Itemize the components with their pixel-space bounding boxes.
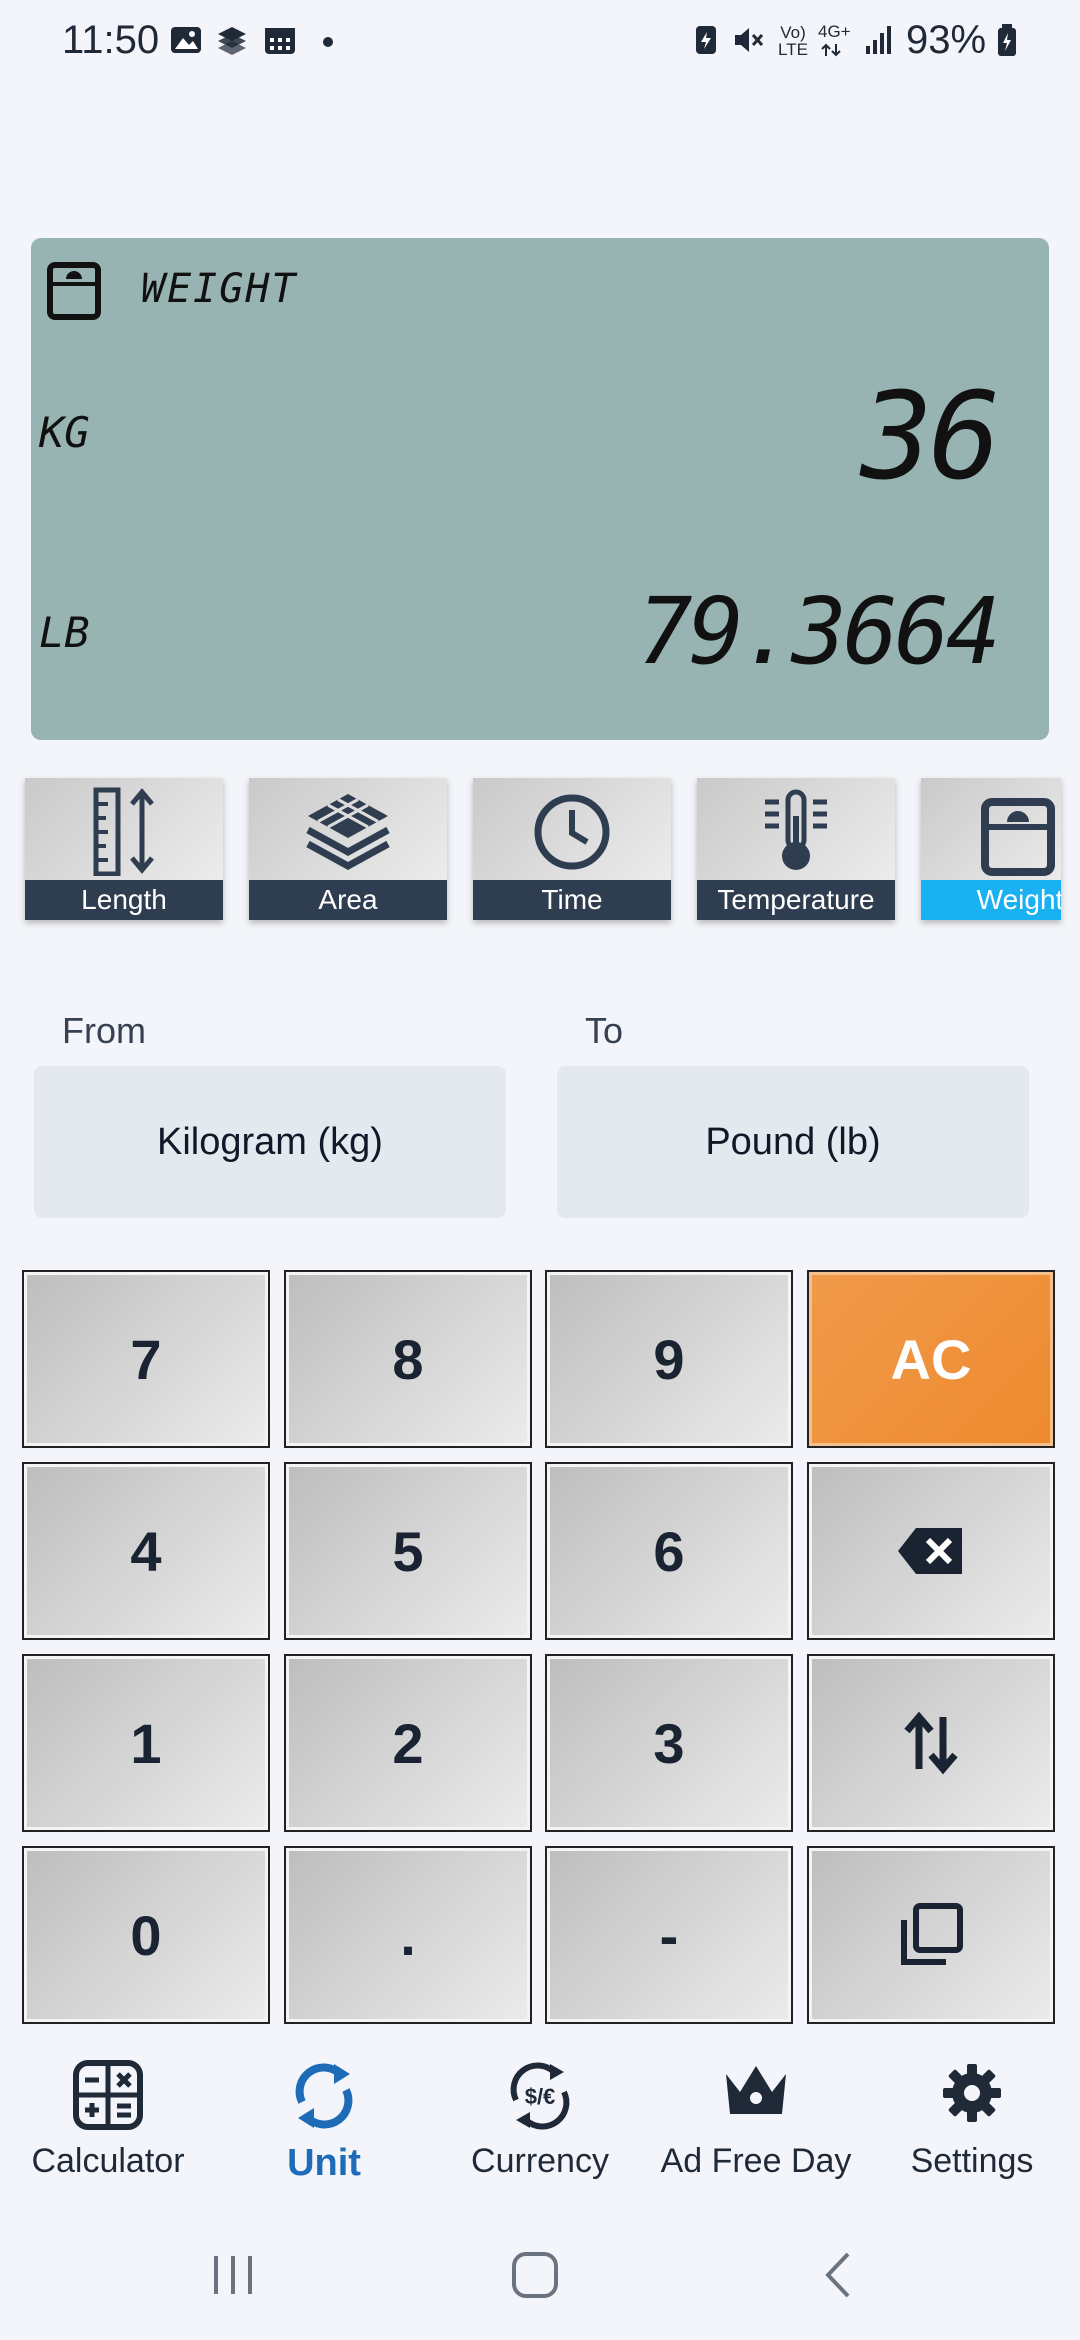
swap-units-button[interactable] <box>807 1654 1055 1832</box>
crown-icon <box>726 2066 786 2114</box>
ruler-arrows-icon <box>93 787 154 876</box>
weight-scale-icon <box>981 798 1055 876</box>
gallery-icon <box>171 27 201 53</box>
nav-label: Ad Free Day <box>660 2142 852 2180</box>
notification-dot-icon <box>323 37 333 47</box>
key-6[interactable]: 6 <box>545 1462 793 1640</box>
display-from-unit: KG <box>39 408 90 457</box>
all-clear-button[interactable]: AC <box>807 1270 1055 1448</box>
copy-icon <box>901 1903 963 1965</box>
network-indicator: 4G+ <box>818 22 858 63</box>
nav-currency[interactable]: $/€ Currency <box>432 2030 648 2210</box>
refresh-icon <box>295 2063 353 2129</box>
from-label: From <box>62 1010 146 1051</box>
clock-icon <box>534 794 610 870</box>
calendar-icon <box>265 28 295 54</box>
key-0[interactable]: 0 <box>22 1846 270 2024</box>
nav-label: Calculator <box>31 2142 185 2180</box>
from-unit-selector[interactable]: Kilogram (kg) <box>34 1066 506 1218</box>
thermometer-icon <box>765 789 827 870</box>
key-2[interactable]: 2 <box>284 1654 532 1832</box>
display-category: WEIGHT <box>141 266 298 312</box>
category-tab-time[interactable]: Time <box>473 778 671 920</box>
display-to-value: 79.3664 <box>637 578 1001 685</box>
key-9[interactable]: 9 <box>545 1270 793 1448</box>
volte-top: Vo) <box>780 23 806 42</box>
copy-button[interactable] <box>807 1846 1055 2024</box>
to-label: To <box>585 1010 624 1051</box>
bottom-navigation: Calculator Unit $/€ Currency Ad Free Day <box>0 2030 1080 2210</box>
category-tab-weight[interactable]: Weight <box>921 778 1061 920</box>
status-time: 11:50 <box>62 18 160 62</box>
network-type: 4G+ <box>818 22 851 41</box>
stack-icon <box>218 27 246 55</box>
key-7[interactable]: 7 <box>22 1270 270 1448</box>
battery-percent: 93% <box>906 18 987 62</box>
svg-text:$/€: $/€ <box>525 2084 556 2109</box>
system-navigation-bar <box>0 2210 1080 2340</box>
key-3[interactable]: 3 <box>545 1654 793 1832</box>
battery-saver-icon <box>696 26 716 54</box>
back-icon[interactable] <box>820 2250 856 2300</box>
key-1[interactable]: 1 <box>22 1654 270 1832</box>
battery-charging-icon <box>998 24 1016 56</box>
conversion-display: WEIGHT KG 36 LB 79.3664 <box>31 238 1049 740</box>
category-label: Area <box>249 880 447 920</box>
signal-icon <box>866 26 891 54</box>
key-5[interactable]: 5 <box>284 1462 532 1640</box>
mute-icon <box>735 28 764 52</box>
nav-ad-free-day[interactable]: Ad Free Day <box>648 2030 864 2210</box>
swap-arrows-icon <box>904 1711 958 1775</box>
layers-grid-icon <box>306 794 390 870</box>
nav-settings[interactable]: Settings <box>864 2030 1080 2210</box>
status-bar: 11:50 Vo) LTE 4G+ 93% <box>0 0 1080 84</box>
key-8[interactable]: 8 <box>284 1270 532 1448</box>
category-label: Time <box>473 880 671 920</box>
gear-icon <box>943 2064 1001 2122</box>
category-label: Temperature <box>697 880 895 920</box>
nav-label: Settings <box>910 2142 1034 2180</box>
home-icon[interactable] <box>510 2250 560 2300</box>
recent-apps-icon[interactable] <box>210 2250 256 2300</box>
nav-unit[interactable]: Unit <box>216 2030 432 2210</box>
display-from-value: 36 <box>860 368 1001 507</box>
category-label: Length <box>25 880 223 920</box>
key-minus[interactable]: - <box>545 1846 793 2024</box>
key-4[interactable]: 4 <box>22 1462 270 1640</box>
category-tab-length[interactable]: Length <box>25 778 223 920</box>
backspace-button[interactable] <box>807 1462 1055 1640</box>
weight-scale-icon <box>47 262 101 320</box>
currency-exchange-icon: $/€ <box>510 2062 570 2130</box>
to-unit-selector[interactable]: Pound (lb) <box>557 1066 1029 1218</box>
calculator-icon <box>73 2060 143 2130</box>
volte-bottom: LTE <box>778 40 808 59</box>
data-arrows-icon <box>821 43 841 57</box>
category-tab-area[interactable]: Area <box>249 778 447 920</box>
backspace-icon <box>898 1528 962 1574</box>
nav-label: Currency <box>471 2142 609 2180</box>
category-label: Weight <box>921 880 1061 920</box>
nav-label: Unit <box>287 2142 361 2184</box>
display-to-unit: LB <box>39 608 90 657</box>
category-tab-temperature[interactable]: Temperature <box>697 778 895 920</box>
volte-indicator: Vo) LTE <box>776 24 810 58</box>
nav-calculator[interactable]: Calculator <box>0 2030 216 2210</box>
key-decimal[interactable]: . <box>284 1846 532 2024</box>
